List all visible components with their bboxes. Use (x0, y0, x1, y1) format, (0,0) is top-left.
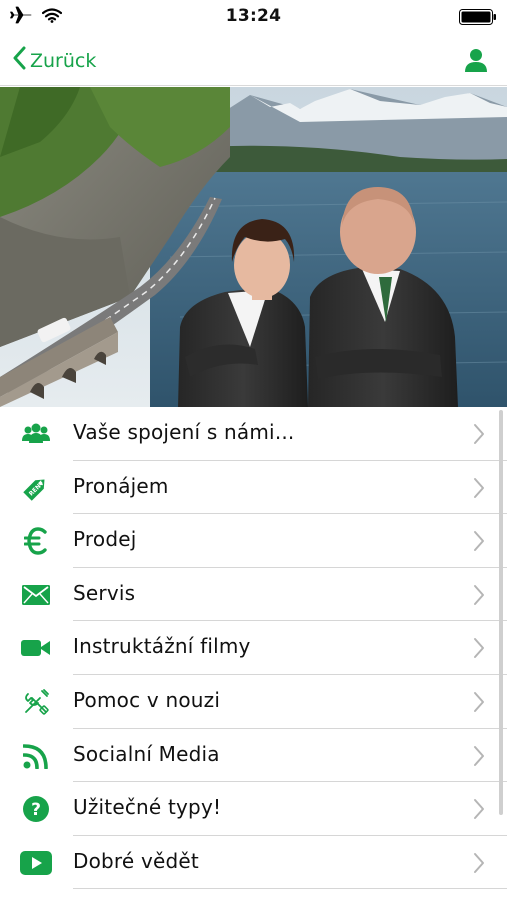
menu-item-label: Servis (73, 580, 136, 605)
menu-item-label: Prodej (73, 527, 137, 552)
menu-item-label: Užitečné typy! (73, 795, 222, 820)
scrollbar[interactable] (499, 410, 503, 815)
menu-item-label: Instruktážní filmy (73, 634, 251, 659)
menu-item-emergency[interactable]: Pomoc v nouzi (0, 675, 507, 729)
envelope-icon (20, 580, 52, 610)
chevron-right-icon (473, 745, 485, 771)
chevron-right-icon (473, 637, 485, 663)
menu-item-service[interactable]: Servis (0, 568, 507, 622)
menu-item-social-media[interactable]: Socialní Media (0, 729, 507, 783)
menu-item-label: Pronájem (73, 473, 169, 498)
hero-image (0, 87, 507, 407)
chevron-right-icon (473, 852, 485, 878)
navigation-bar: Zurück (0, 34, 507, 86)
back-button[interactable]: Zurück (12, 46, 96, 75)
chevron-right-icon (473, 477, 485, 503)
status-time: 13:24 (225, 6, 282, 26)
back-label: Zurück (30, 49, 97, 72)
video-camera-icon (20, 633, 52, 663)
euro-icon (20, 526, 52, 556)
menu-item-label: Socialní Media (73, 741, 220, 766)
menu-item-useful-tips[interactable]: ? Užitečné typy! (0, 782, 507, 836)
menu-item-label: Vaše spojení s námi... (73, 420, 295, 444)
question-icon: ? (20, 794, 52, 824)
user-icon (465, 49, 487, 76)
divider (73, 888, 507, 890)
chevron-left-icon (12, 46, 26, 75)
chevron-right-icon (473, 691, 485, 717)
menu-item-label: Pomoc v nouzi (73, 687, 221, 712)
battery-icon (459, 9, 497, 29)
rss-icon (20, 741, 52, 771)
menu-item-contact[interactable]: Vaše spojení s námi... (0, 407, 507, 461)
status-bar: 13:24 (0, 0, 507, 34)
menu-item-good-to-know[interactable]: Dobré vědět (0, 836, 507, 890)
menu-item-videos[interactable]: Instruktážní filmy (0, 621, 507, 675)
rent-tag-icon: RENT (20, 473, 52, 503)
chevron-right-icon (473, 530, 485, 556)
play-icon (20, 848, 52, 878)
chevron-right-icon (473, 798, 485, 824)
group-icon (20, 419, 52, 449)
menu-list: Vaše spojení s námi... RENT Pronájem Pro… (0, 407, 507, 890)
menu-item-label: Dobré vědět (73, 848, 199, 873)
menu-item-sale[interactable]: Prodej (0, 514, 507, 568)
tools-icon (20, 687, 52, 717)
chevron-right-icon (473, 423, 485, 449)
chevron-right-icon (473, 584, 485, 610)
menu-item-rent[interactable]: RENT Pronájem (0, 461, 507, 515)
user-profile-button[interactable] (465, 48, 487, 76)
svg-text:?: ? (31, 800, 41, 820)
